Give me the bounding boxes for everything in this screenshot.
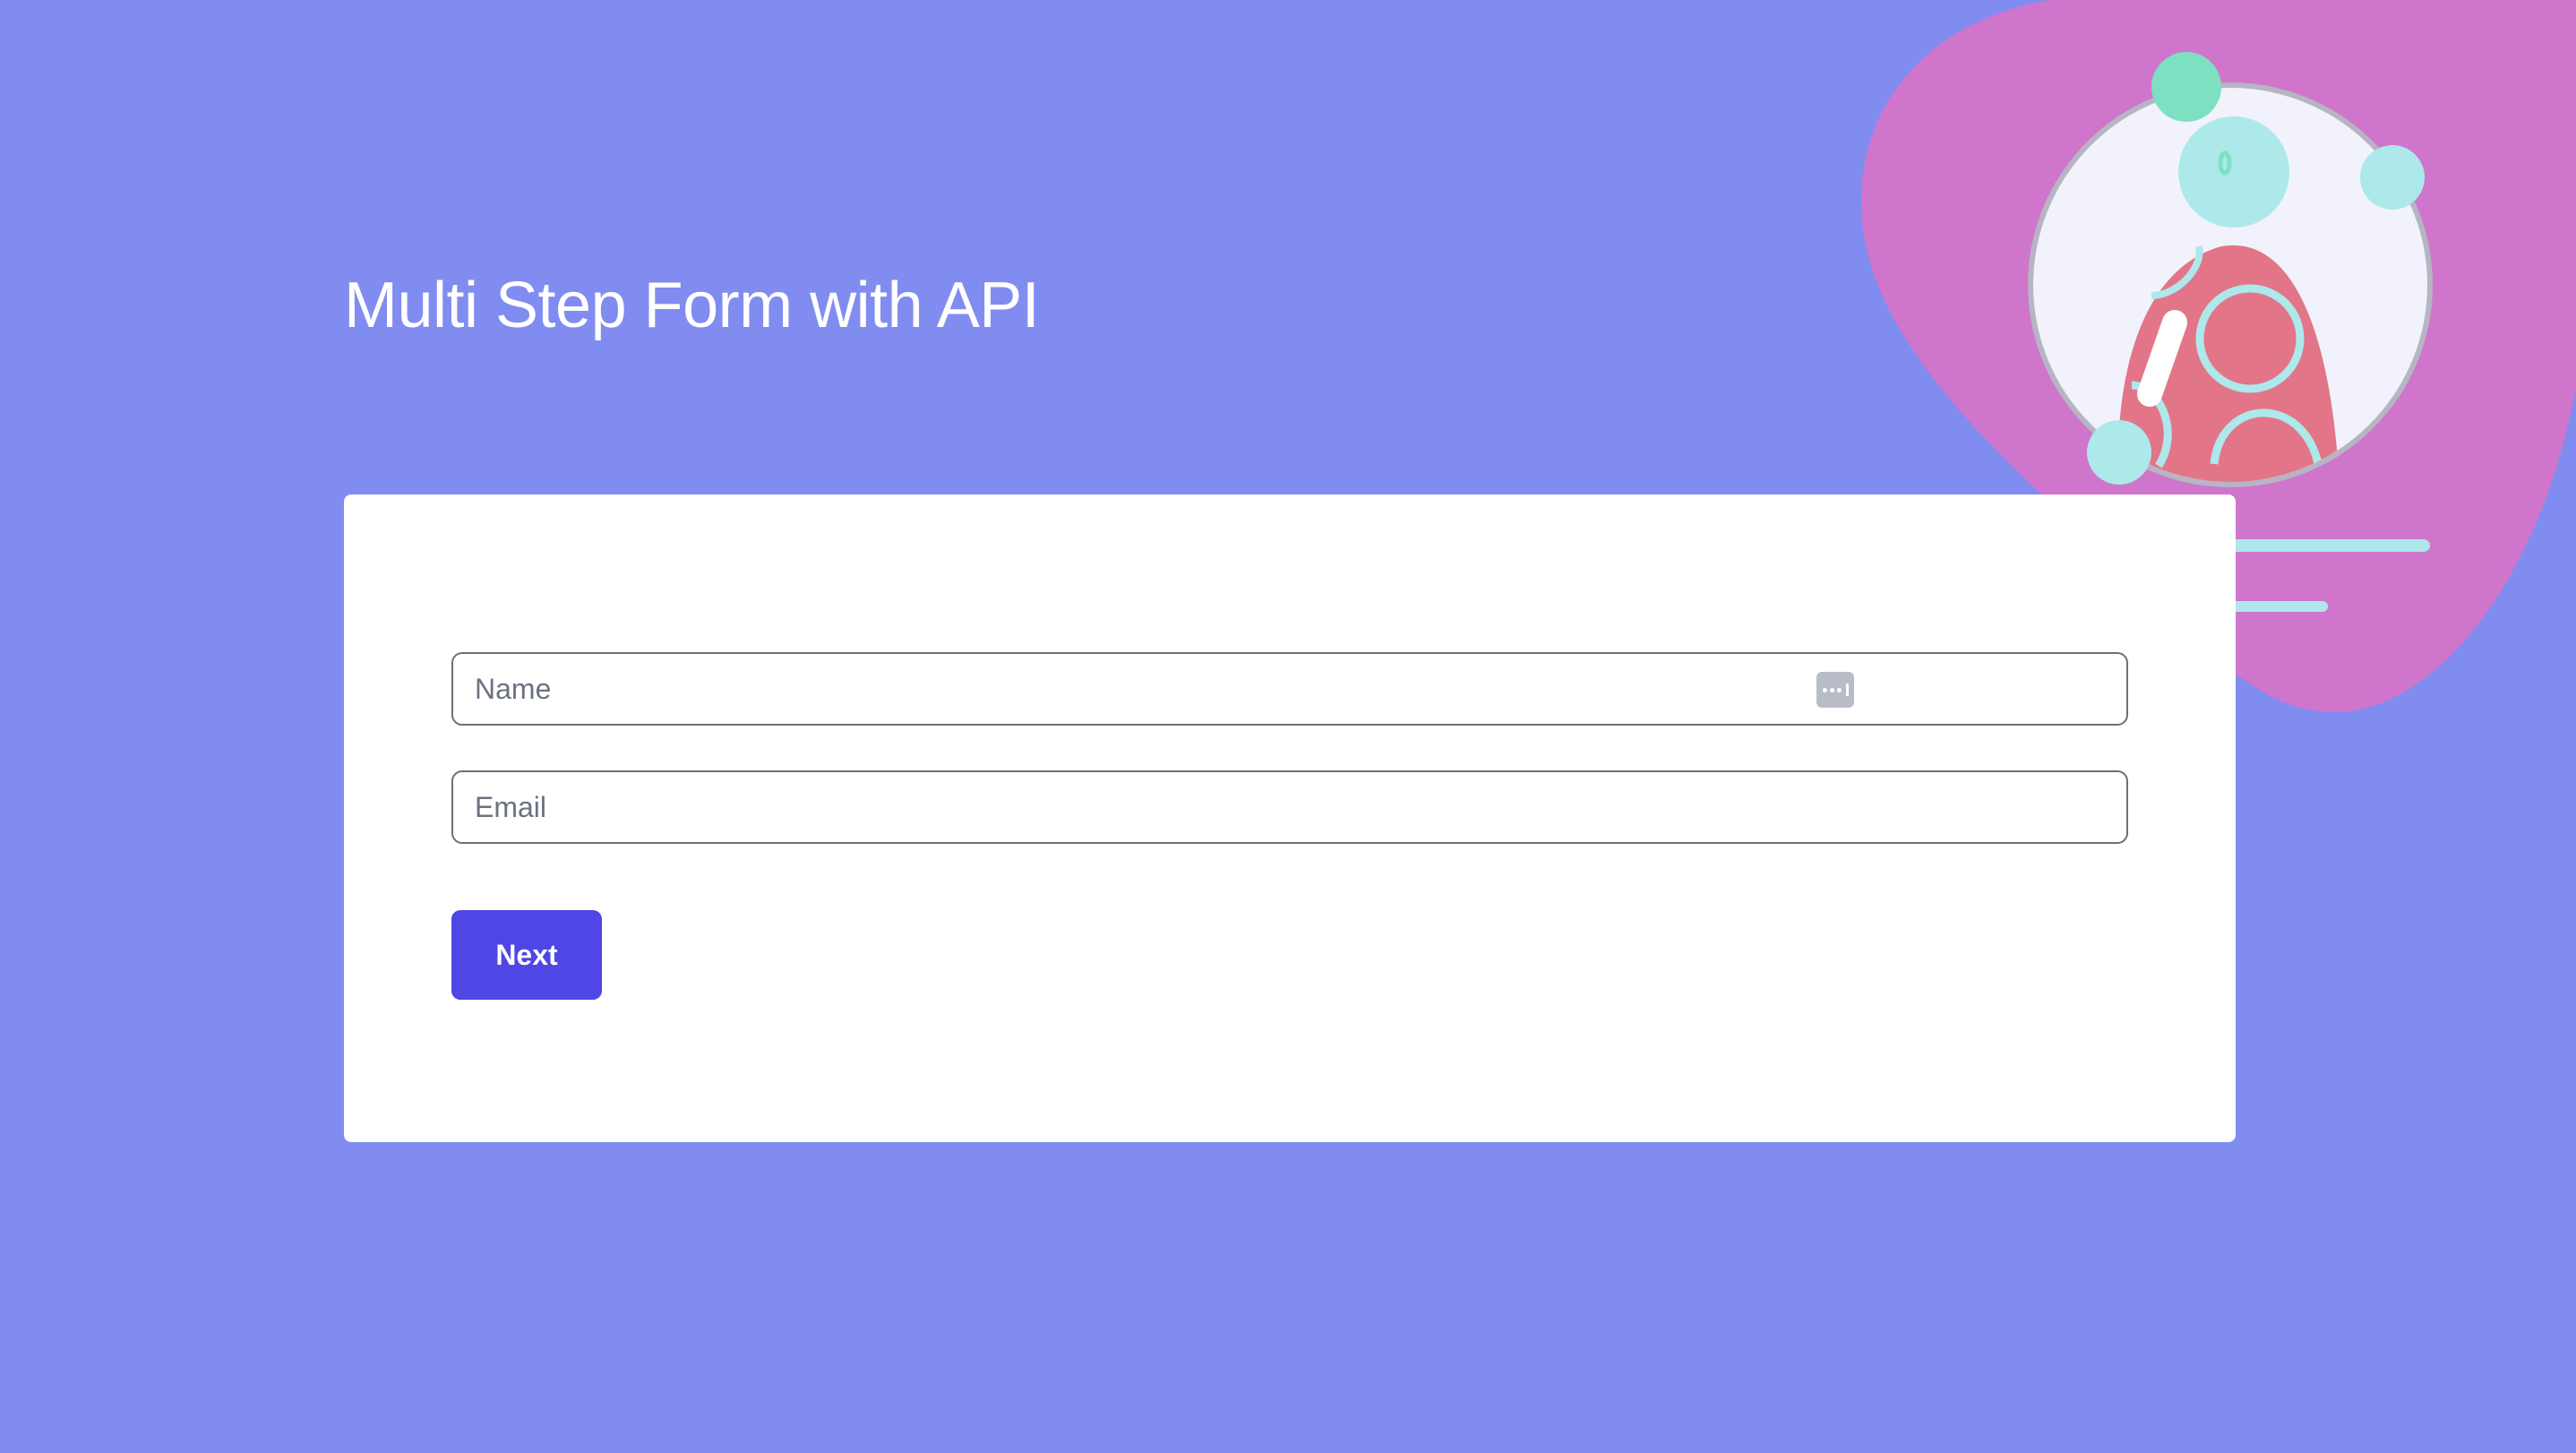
page: Multi Step Form with API Next <box>0 0 2576 1453</box>
email-field[interactable] <box>451 770 2128 844</box>
next-button[interactable]: Next <box>451 910 602 1000</box>
cyan-dot-left <box>2087 420 2151 485</box>
avatar-head <box>2178 116 2289 228</box>
cyan-dot-right <box>2360 145 2425 210</box>
green-dot <box>2151 52 2221 122</box>
name-field[interactable] <box>451 652 2128 726</box>
email-input[interactable] <box>453 772 2126 842</box>
name-input[interactable] <box>453 654 2126 724</box>
password-manager-key-icon[interactable] <box>1816 672 1854 708</box>
page-title: Multi Step Form with API <box>344 270 1040 341</box>
form-card: Next <box>344 494 2236 1142</box>
